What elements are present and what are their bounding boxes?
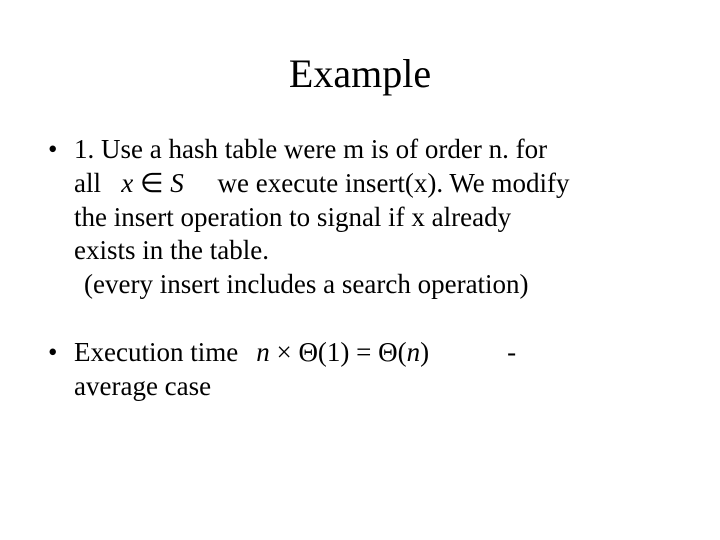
theta-open: Θ( — [378, 337, 407, 367]
math-set-s: S — [170, 168, 184, 198]
equals-icon: = — [356, 337, 371, 367]
math-x-in-s: x ∈ S — [121, 168, 190, 198]
math-var-n-2: n — [407, 337, 421, 367]
bullet-1-line-4: exists in the table. — [74, 235, 269, 265]
bullet-1-line-3: the insert operation to signal if x alre… — [74, 202, 511, 232]
math-complexity: n × Θ(1) = Θ(n) — [256, 337, 429, 367]
bullet-1-line-2b: we execute insert(x). We modify — [218, 168, 570, 198]
bullet-1-line-1: 1. Use a hash table were m is of order n… — [74, 134, 547, 164]
bullet-2-left-1: Execution time — [74, 337, 238, 367]
times-icon: × — [276, 337, 291, 367]
bullet-1-paren: (every insert includes a search operatio… — [74, 269, 529, 299]
slide-title: Example — [48, 50, 672, 97]
theta-1: Θ(1) — [298, 337, 349, 367]
math-var-n: n — [256, 337, 270, 367]
bullet-1-line-2a: all — [74, 168, 101, 198]
theta-close: ) — [420, 337, 429, 367]
dash: - — [507, 337, 516, 367]
slide-body: 1. Use a hash table were m is of order n… — [48, 133, 672, 403]
slide: Example 1. Use a hash table were m is of… — [0, 0, 720, 540]
math-var-x: x — [121, 168, 133, 198]
bullet-2: Execution time n × Θ(1) = Θ(n) - average — [48, 336, 672, 404]
bullet-2-left-2: average case — [74, 371, 211, 401]
element-of-icon: ∈ — [140, 168, 164, 198]
bullet-1: 1. Use a hash table were m is of order n… — [48, 133, 672, 302]
